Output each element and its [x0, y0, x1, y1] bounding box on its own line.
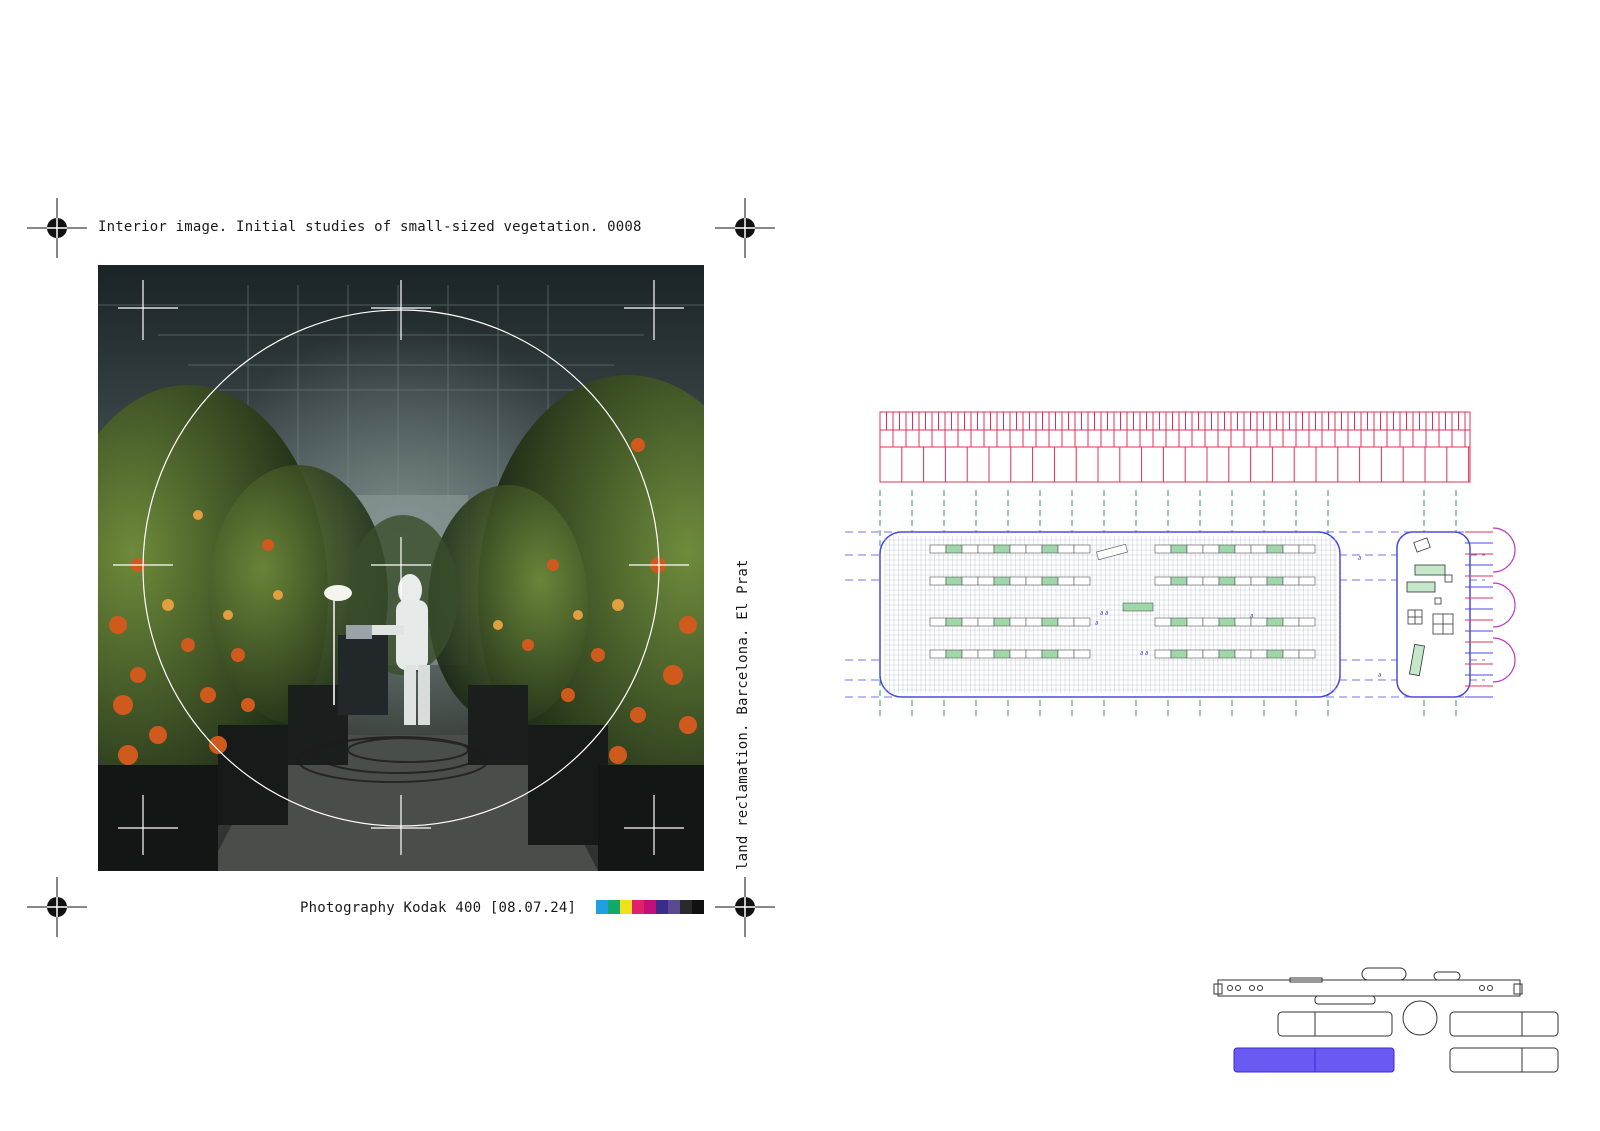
color-swatch: [632, 900, 644, 914]
color-calibration-strip: [596, 900, 704, 914]
ventilation-fans: [1465, 527, 1516, 698]
color-swatch: [668, 900, 680, 914]
key-plan-diagram: [1210, 960, 1580, 1080]
color-swatch: [644, 900, 656, 914]
caption-side: land reclamation. Barcelona. El Prat: [735, 559, 751, 870]
color-swatch: [656, 900, 668, 914]
svg-text:∂ ∂: ∂ ∂: [1100, 610, 1108, 617]
registration-mark-top-right: [715, 198, 775, 258]
svg-text:∂: ∂: [1250, 613, 1253, 620]
svg-text:∂: ∂: [1378, 672, 1381, 679]
greenhouse-illustration: [98, 265, 704, 871]
caption-top: Interior image. Initial studies of small…: [98, 219, 642, 235]
color-swatch: [680, 900, 692, 914]
highlighted-module: [1233, 1047, 1395, 1073]
caption-bottom: Photography Kodak 400 [08.07.24]: [300, 900, 577, 916]
svg-text:∂: ∂: [1095, 620, 1098, 627]
greenhouse-photo: [98, 265, 704, 871]
color-swatch: [620, 900, 632, 914]
color-swatch: [608, 900, 620, 914]
registration-target-icon: [715, 198, 775, 258]
svg-text:∂ ∂: ∂ ∂: [1140, 650, 1148, 657]
registration-mark-bottom-left: [27, 877, 87, 937]
registration-mark-bottom-right: [715, 877, 775, 937]
plan-svg: ∂ ∂∂ ∂ ∂∂ ∂∂: [845, 411, 1516, 720]
svg-text:∂: ∂: [1358, 555, 1361, 562]
registration-target-icon: [27, 198, 87, 258]
registration-mark-top-left: [27, 198, 87, 258]
key-plan-svg: [1213, 967, 1559, 1073]
main-greenhouse-plan: ∂ ∂∂ ∂ ∂∂ ∂∂: [879, 531, 1381, 698]
site-plan-drawing: ∂ ∂ ∂ ∂ ∂ ∂ ∂ ∂: [845, 400, 1565, 730]
registration-target-icon: [715, 877, 775, 937]
color-swatch: [692, 900, 704, 914]
color-swatch: [596, 900, 608, 914]
registration-target-icon: [27, 877, 87, 937]
annex-plan: [1396, 531, 1471, 698]
elevation-facade: [879, 411, 1471, 483]
